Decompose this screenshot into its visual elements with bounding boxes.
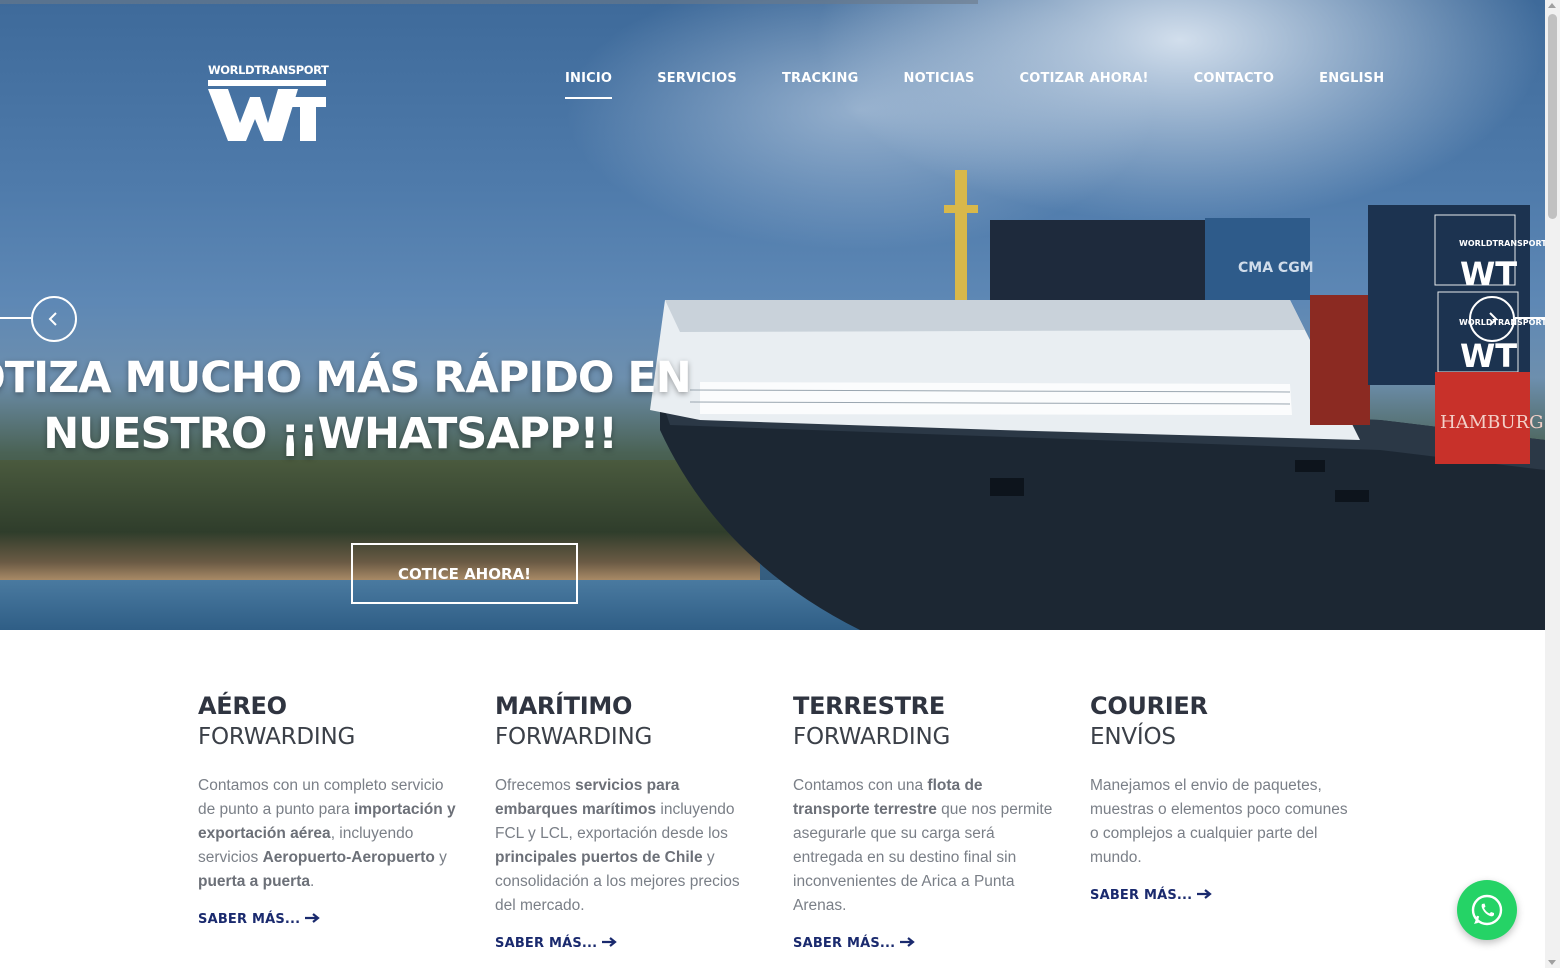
container-brand-text: CMA CGM bbox=[1238, 260, 1314, 276]
service-card: AÉREO FORWARDING Contamos con un completo … bbox=[198, 690, 460, 928]
prev-arrow-line bbox=[0, 317, 31, 319]
hero-headline-line2: NUESTRO ¡¡WHATSAPP!! bbox=[43, 409, 618, 459]
arrow-right-icon bbox=[602, 937, 618, 947]
service-subtitle: FORWARDING bbox=[495, 724, 653, 750]
svg-text:WT: WT bbox=[1460, 337, 1517, 375]
slider-prev-button[interactable] bbox=[31, 296, 77, 342]
service-subtitle: FORWARDING bbox=[793, 724, 951, 750]
slider-next-button[interactable] bbox=[1469, 296, 1515, 342]
service-title: TERRESTRE bbox=[793, 692, 945, 720]
service-description-text: Manejamos el envio de paquetes, muestras… bbox=[1090, 777, 1348, 866]
main-nav: INICIO SERVICIOS TRACKING NOTICIAS COTIZ… bbox=[565, 70, 1429, 102]
service-subtitle: FORWARDING bbox=[198, 724, 356, 750]
service-title: AÉREO bbox=[198, 692, 287, 720]
hero-headline: OTIZA MUCHO MÁS RÁPIDO EN NUESTRO ¡¡WHAT… bbox=[0, 350, 700, 462]
service-description-bold: Aeropuerto-Aeropuerto bbox=[262, 849, 435, 866]
nav-item-inicio[interactable]: INICIO bbox=[565, 70, 613, 100]
service-subtitle: ENVÍOS bbox=[1090, 724, 1176, 750]
service-description: Contamos con un completo servicio de pun… bbox=[198, 774, 460, 894]
service-description-bold: principales puertos de Chile bbox=[495, 849, 703, 866]
arrow-right-icon bbox=[900, 937, 916, 947]
service-card: TERRESTRE FORWARDING Contamos con una flot… bbox=[793, 690, 1055, 952]
saber-mas-label: SABER MÁS... bbox=[1090, 888, 1193, 903]
saber-mas-link[interactable]: SABER MÁS... bbox=[1090, 888, 1213, 903]
service-description-text: Contamos con una bbox=[793, 777, 928, 794]
service-description-text: Ofrecemos bbox=[495, 777, 576, 794]
scroll-thumb[interactable] bbox=[1548, 14, 1557, 219]
whatsapp-button[interactable] bbox=[1457, 880, 1517, 940]
site-logo[interactable]: WORLDTRANSPORT bbox=[208, 63, 329, 143]
svg-text:WT: WT bbox=[1460, 255, 1517, 293]
saber-mas-link[interactable]: SABER MÁS... bbox=[793, 936, 916, 951]
saber-mas-label: SABER MÁS... bbox=[793, 936, 896, 951]
service-title: MARÍTIMO bbox=[495, 692, 633, 720]
service-card: MARÍTIMO FORWARDING Ofrecemos servicios pa… bbox=[495, 690, 757, 952]
hero-headline-line1: OTIZA MUCHO MÁS RÁPIDO EN bbox=[0, 353, 692, 403]
container-brand-text-2: HAMBURG SÜD bbox=[1440, 410, 1545, 433]
hero-slider: CMA CGM WORLDTRANSPORT WT WORLDTRANSPORT… bbox=[0, 0, 1545, 630]
service-description-bold: puerta a puerta bbox=[198, 873, 310, 890]
service-description: Ofrecemos servicios para embarques marít… bbox=[495, 774, 757, 918]
service-title: COURIER bbox=[1090, 692, 1208, 720]
svg-text:WORLDTRANSPORT: WORLDTRANSPORT bbox=[1459, 239, 1545, 248]
service-description: Contamos con una flota de transporte ter… bbox=[793, 774, 1055, 918]
scroll-up-arrow-icon[interactable] bbox=[1548, 3, 1556, 8]
service-card: COURIER ENVÍOS Manejamos el envio de paque… bbox=[1090, 690, 1352, 904]
nav-item-contacto[interactable]: CONTACTO bbox=[1194, 70, 1274, 100]
arrow-right-icon bbox=[305, 913, 321, 923]
saber-mas-label: SABER MÁS... bbox=[495, 936, 598, 951]
nav-item-noticias[interactable]: NOTICIAS bbox=[903, 70, 974, 100]
cotice-ahora-button[interactable]: COTICE AHORA! bbox=[351, 543, 578, 604]
whatsapp-icon bbox=[1471, 894, 1503, 926]
service-description: Manejamos el envio de paquetes, muestras… bbox=[1090, 774, 1352, 870]
nav-item-tracking[interactable]: TRACKING bbox=[782, 70, 859, 100]
saber-mas-link[interactable]: SABER MÁS... bbox=[198, 912, 321, 927]
service-description-text: . bbox=[309, 873, 315, 890]
chevron-left-icon bbox=[48, 312, 57, 326]
arrow-right-icon bbox=[1197, 889, 1213, 899]
nav-item-english[interactable]: ENGLISH bbox=[1319, 70, 1384, 100]
saber-mas-link[interactable]: SABER MÁS... bbox=[495, 936, 618, 951]
saber-mas-label: SABER MÁS... bbox=[198, 912, 301, 927]
scroll-down-arrow-icon[interactable] bbox=[1548, 960, 1556, 965]
logo-bar bbox=[208, 80, 326, 86]
chevron-right-icon bbox=[1489, 312, 1498, 326]
next-arrow-line bbox=[1515, 317, 1545, 319]
logo-text: WORLDTRANSPORT bbox=[208, 63, 329, 77]
logo-mark-icon bbox=[208, 89, 326, 141]
service-description-text: y bbox=[434, 849, 447, 866]
nav-item-servicios[interactable]: SERVICIOS bbox=[657, 70, 737, 100]
nav-item-cotizar[interactable]: COTIZAR AHORA! bbox=[1020, 70, 1149, 100]
page-scrollbar[interactable] bbox=[1545, 0, 1560, 968]
